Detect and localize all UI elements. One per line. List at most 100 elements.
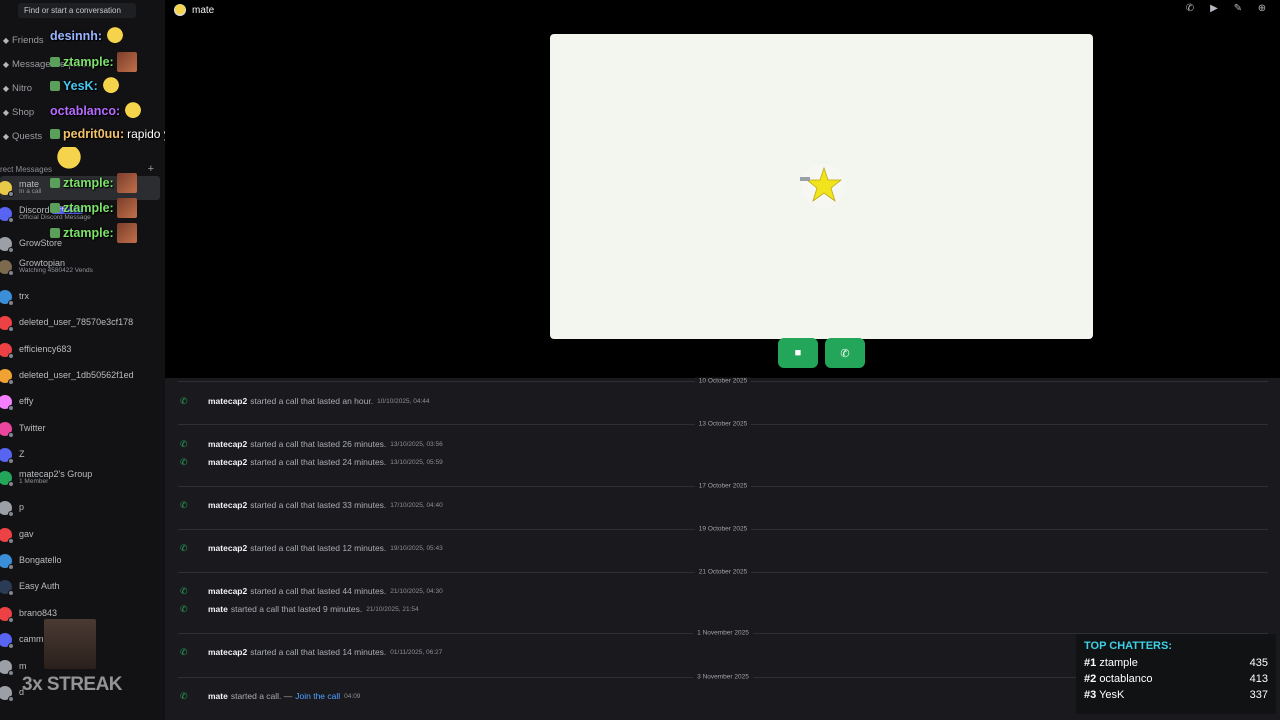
chat-badge-icon [50,228,60,238]
emote-icon [116,173,137,193]
call-user[interactable]: matecap2 [208,543,247,553]
emote-icon [100,77,121,95]
dm-name: Easy Auth [19,581,60,592]
call-log-entry: ✆ matecap2 started a call that lasted 24 m… [180,455,443,469]
dm-item[interactable]: trx [0,285,160,309]
dm-name: m [19,661,27,672]
phone-icon: ✆ [840,347,850,360]
camera-button[interactable]: ■ [778,338,818,368]
top-chatters-title: TOP CHATTERS: [1084,640,1173,652]
chat-badge-icon [50,57,60,67]
add-dm-icon[interactable]: + [148,163,154,175]
dm-item[interactable]: matecap2's Group 1 Member [0,466,160,490]
avatar [0,660,14,676]
phone-icon: ✆ [180,456,188,467]
streak-overlay: 3x STREAK [22,674,123,695]
call-log-entry: ✆ matecap2 started a call that lasted 14 m… [180,645,442,659]
emote-icon [116,223,137,243]
call-text: started a call. — [230,691,293,701]
dm-item[interactable]: effy [0,390,160,414]
avatar [0,471,14,487]
overlay-chat-user: ztample: [63,176,114,190]
call-user[interactable]: matecap2 [208,457,247,467]
dm-item[interactable]: efficiency683 [0,338,160,362]
avatar [0,501,14,517]
date-divider-label: 19 October 2025 [694,525,752,533]
dm-item[interactable]: Growtopian Watching 4580422 Vends [0,255,160,279]
dm-item[interactable]: Bongatello [0,549,160,573]
voice-call-icon[interactable]: ✆ [1184,3,1196,14]
dm-item[interactable]: Twitter [0,417,160,441]
top-chatter-row: #2 octablanco 413 [1084,671,1268,687]
phone-icon: ✆ [180,646,188,657]
dm-name: brano843 [19,608,58,619]
phone-icon: ✆ [180,499,188,510]
pin-icon[interactable]: ✎ [1232,3,1244,14]
overlay-chat-user: pedrit0uu: [63,127,125,141]
chat-badge-icon [50,178,60,188]
nav-item-label: Friends [12,34,44,46]
dm-name: gav [19,529,34,540]
dm-item[interactable]: deleted_user_78570e3cf178 [0,311,160,335]
overlay-chat-user: ztample: [63,226,114,240]
dm-item[interactable]: gav [0,523,160,547]
date-divider: 17 October 2025 [178,482,1268,490]
dm-name: efficiency683 [19,344,72,355]
chatter-count: 337 [1249,689,1268,701]
chat-badge-icon [50,129,60,139]
date-divider-label: 13 October 2025 [694,420,752,428]
date-divider-label: 21 October 2025 [694,568,752,576]
date-divider-label: 3 November 2025 [693,673,753,681]
dm-status: In a call [19,188,42,196]
overlay-chat-line: ztample: [50,223,137,243]
overlay-chat-line: octablanco: [50,102,144,120]
channel-title: mate [192,4,215,16]
call-user[interactable]: matecap2 [208,396,247,406]
dm-item[interactable]: Z [0,443,160,467]
avatar [0,343,14,359]
call-timestamp: 10/10/2025, 04:44 [377,397,430,405]
avatar [0,181,14,197]
overlay-chat-user: ztample: [63,55,114,69]
call-user[interactable]: matecap2 [208,586,247,596]
add-friend-icon[interactable]: ⊕ [1256,3,1268,14]
avatar [0,369,14,385]
call-text: started a call that lasted 14 minutes. [250,647,387,657]
avatar [0,237,14,253]
avatar [0,448,14,464]
overlay-chat-user: desinnh: [50,29,103,43]
call-user[interactable]: matecap2 [208,647,247,657]
call-log-entry: ✆ mate started a call that lasted 9 minute… [180,602,419,616]
overlay-chat-user: YesK: [63,79,98,93]
join-call-button[interactable]: ✆ [825,338,865,368]
avatar [0,316,14,332]
dm-item[interactable]: deleted_user_1db50562f1ed [0,364,160,388]
avatar [0,290,14,306]
phone-icon: ✆ [180,542,188,553]
call-user[interactable]: mate [208,691,228,701]
overlay-chat-line: desinnh: [50,27,126,45]
join-call-link[interactable]: Join the call [295,691,340,701]
call-log-entry: ✆ matecap2 started a call that lasted 12 m… [180,541,443,555]
call-user[interactable]: mate [208,604,228,614]
search-input[interactable]: Find or start a conversation [18,3,136,18]
call-text: started a call that lasted 12 minutes. [250,543,387,553]
nitro-icon: ◆ [2,83,10,93]
avatar [0,395,14,411]
call-timestamp: 21/10/2025, 21:54 [366,605,419,613]
dm-item[interactable]: Easy Auth [0,575,160,599]
call-user[interactable]: matecap2 [208,500,247,510]
call-timestamp: 17/10/2025, 04:40 [390,501,443,509]
avatar [174,4,186,16]
avatar [0,554,14,570]
top-chatter-row: #1 ztample 435 [1084,655,1268,671]
phone-icon: ✆ [180,690,188,701]
dm-name: deleted_user_78570e3cf178 [19,317,134,328]
emote-icon [123,102,144,120]
overlay-chat-line: ztample: [50,173,137,193]
dm-name: trx [19,291,29,302]
video-call-icon[interactable]: ▶ [1208,3,1220,14]
call-user[interactable]: matecap2 [208,439,247,449]
dm-name: Z [19,449,25,460]
dm-item[interactable]: p [0,496,160,520]
